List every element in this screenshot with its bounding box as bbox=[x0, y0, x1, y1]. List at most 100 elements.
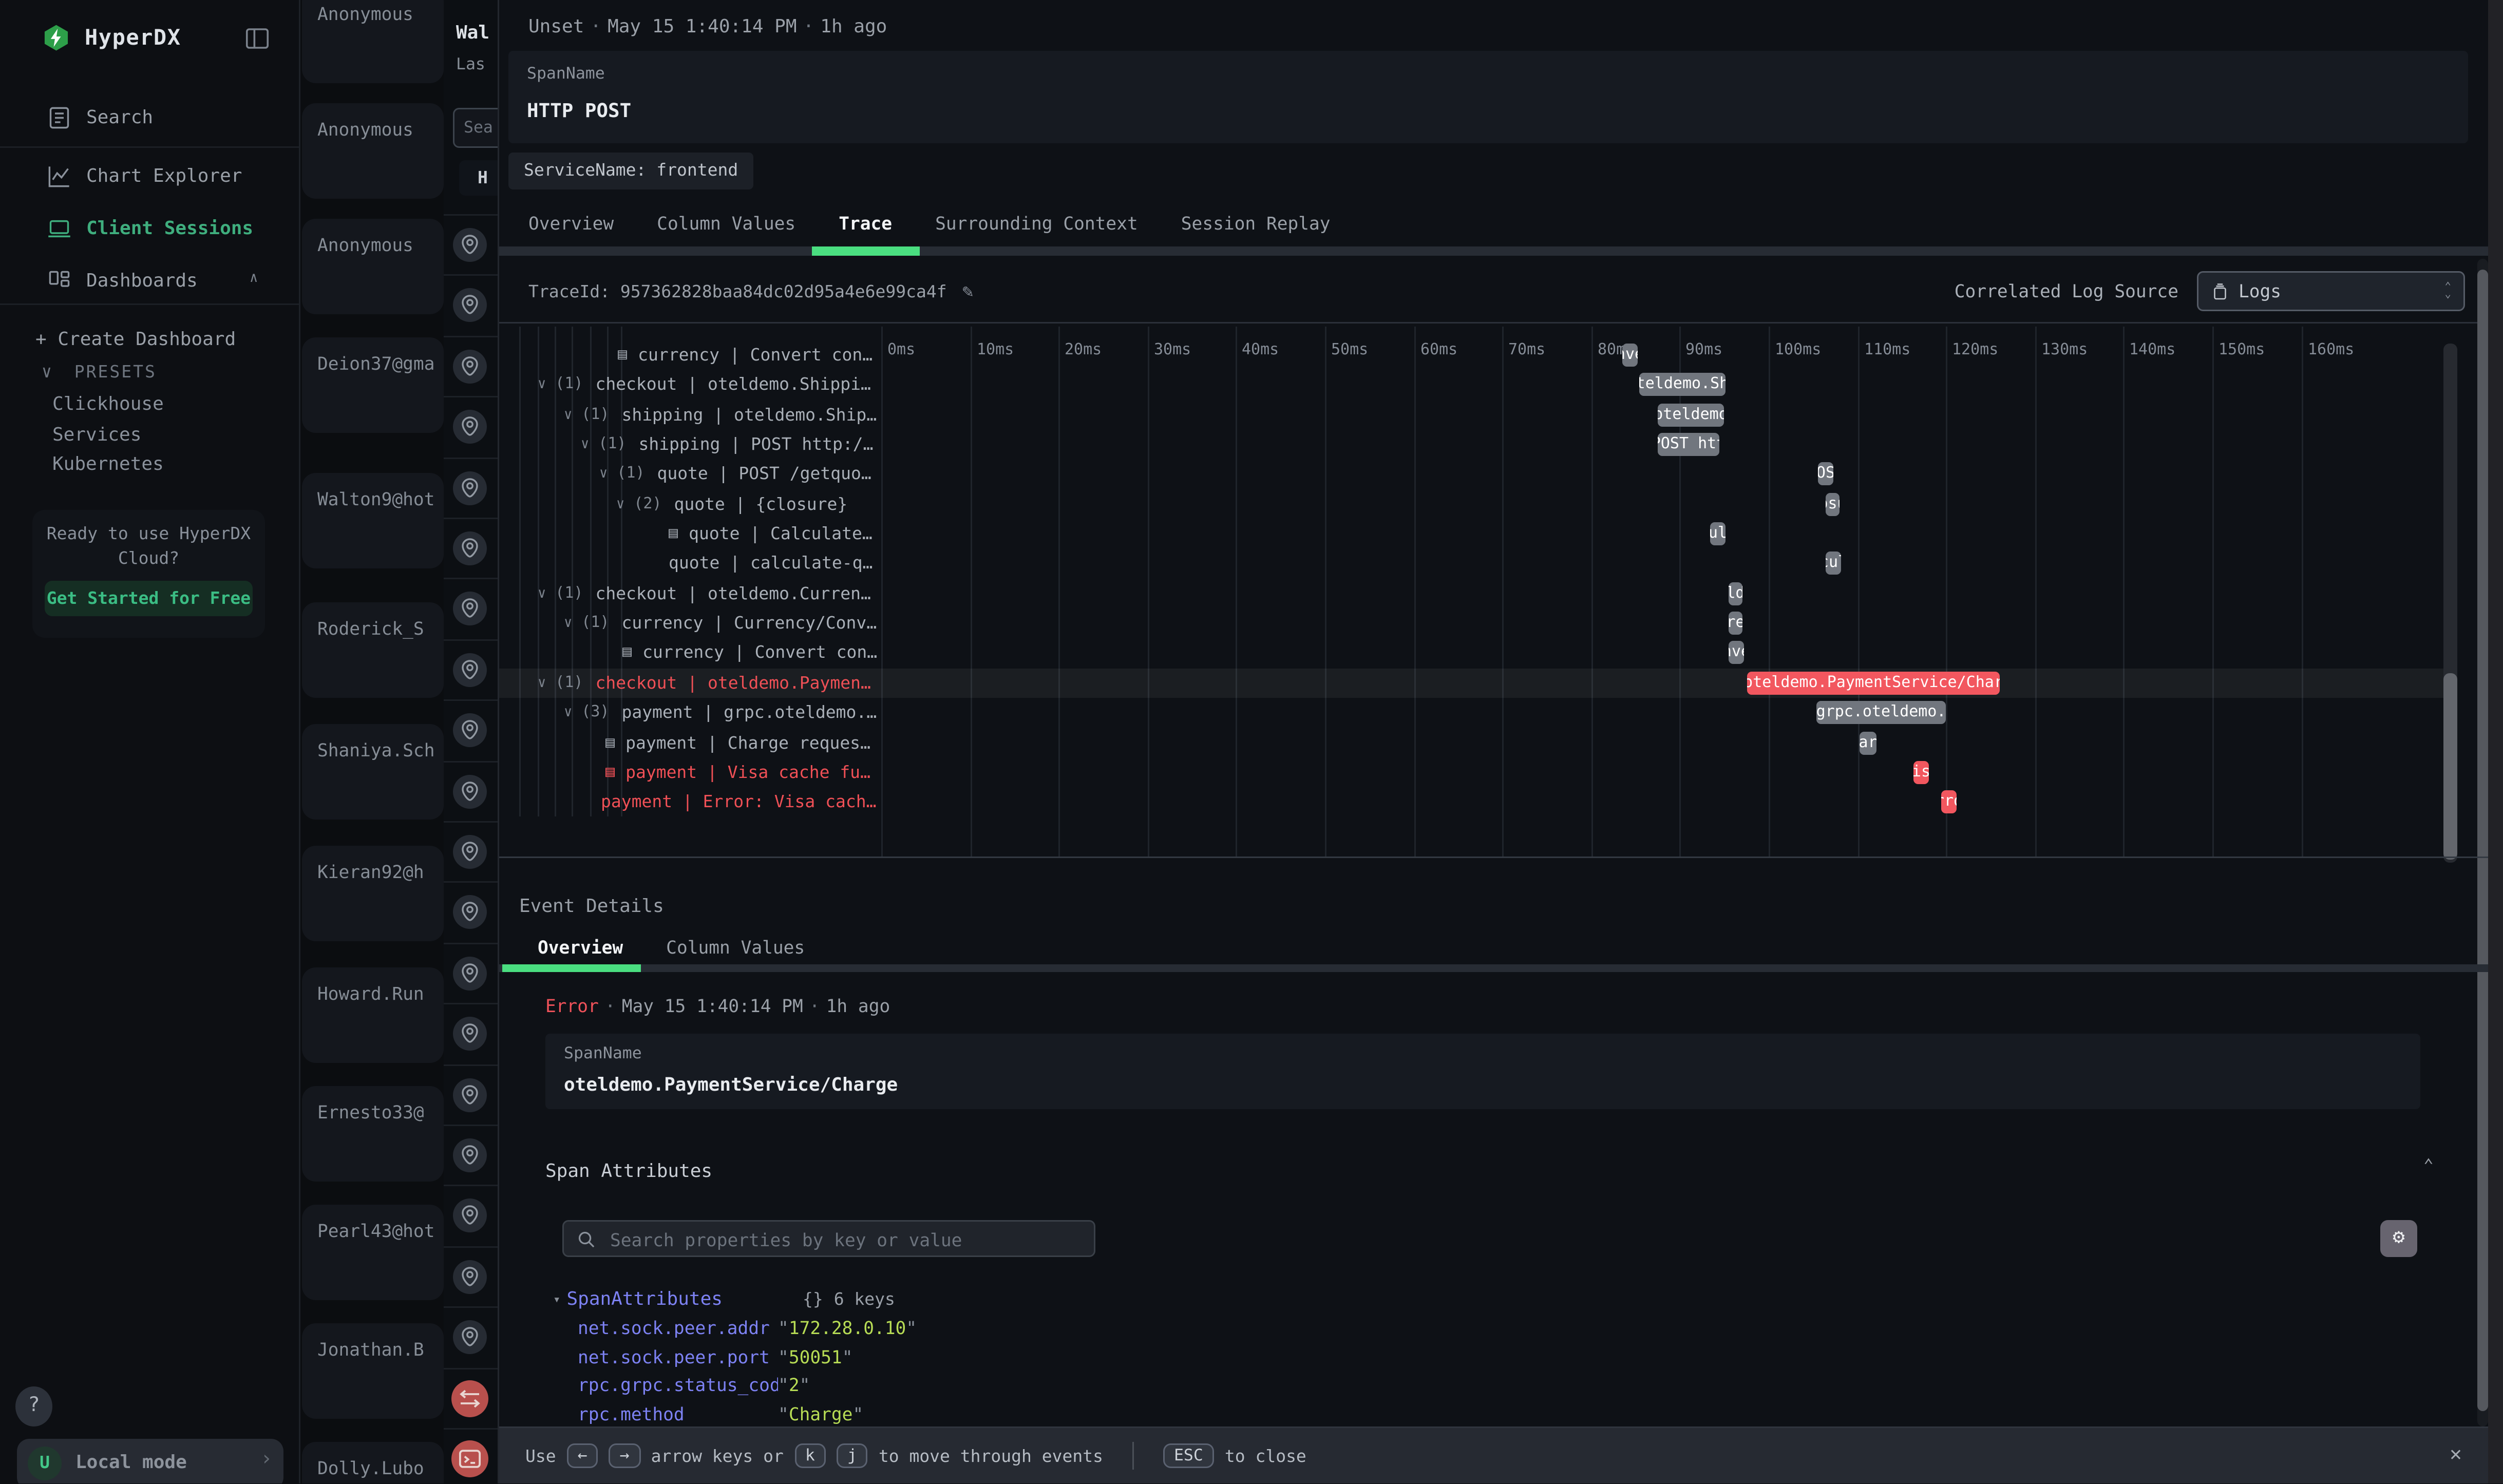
session-card[interactable]: Shaniya.Sch bbox=[302, 724, 444, 820]
session-card[interactable]: Anonymous bbox=[302, 219, 444, 314]
sidebar-item[interactable]: Chart Explorer bbox=[0, 154, 299, 200]
trace-span-row[interactable]: ▤ payment | Visa cache full: c… Visa bbox=[499, 758, 2457, 787]
session-event-row[interactable] bbox=[444, 1246, 498, 1308]
collapse-section-icon[interactable]: ⌃ bbox=[2423, 1155, 2434, 1175]
trace-span-row[interactable]: ∨ (1) checkout | oteldemo.CurrencySe… ot… bbox=[499, 579, 2457, 608]
session-event-row[interactable] bbox=[444, 396, 498, 458]
attributes-search-input[interactable] bbox=[607, 1223, 1091, 1257]
chevron-down-icon[interactable]: ∨ bbox=[538, 586, 546, 602]
chevron-down-icon[interactable]: ∨ bbox=[564, 705, 572, 720]
trace-span-row[interactable]: ▤ currency | Convert convers… Convert bbox=[499, 340, 2457, 370]
session-card[interactable]: Ernesto33@ bbox=[302, 1086, 444, 1182]
get-started-button[interactable]: Get Started for Free bbox=[45, 581, 253, 616]
session-event-row[interactable] bbox=[444, 578, 498, 639]
sidebar-item[interactable]: Dashboards ∧ bbox=[0, 259, 299, 305]
trace-span-row[interactable]: payment | Error: Visa cache ful… Error bbox=[499, 787, 2457, 816]
preset-item[interactable]: Clickhouse bbox=[52, 393, 164, 414]
session-card[interactable]: Roderick_S bbox=[302, 602, 444, 698]
session-event-row[interactable] bbox=[444, 1428, 498, 1483]
session-search-input[interactable]: Sea bbox=[453, 108, 499, 148]
preset-item[interactable]: Services bbox=[52, 424, 141, 445]
span-duration-bar[interactable]: POST bbox=[1818, 462, 1833, 485]
edit-pencil-icon[interactable]: ✎ bbox=[962, 280, 974, 302]
attribute-key[interactable]: net.sock.peer.port bbox=[578, 1346, 778, 1368]
session-event-row[interactable] bbox=[444, 1368, 498, 1430]
attribute-value[interactable]: 2 bbox=[789, 1374, 800, 1396]
create-dashboard-link[interactable]: + Create Dashboard bbox=[35, 328, 236, 350]
span-duration-bar[interactable]: Currency bbox=[1729, 612, 1742, 635]
session-event-row[interactable] bbox=[444, 1125, 498, 1186]
attribute-value[interactable]: 50051 bbox=[789, 1346, 842, 1368]
attribute-key[interactable]: net.sock.peer.addr bbox=[578, 1317, 778, 1339]
trace-span-row[interactable]: ∨ (1) shipping | oteldemo.Shipping… otel… bbox=[499, 401, 2457, 430]
attribute-value[interactable]: 172.28.0.10 bbox=[789, 1317, 906, 1339]
session-event-row[interactable] bbox=[444, 214, 498, 276]
session-card[interactable]: Deion37@gma bbox=[302, 337, 444, 433]
panel-tab[interactable]: Surrounding Context bbox=[935, 213, 1138, 234]
session-event-row[interactable] bbox=[444, 699, 498, 761]
session-event-row[interactable] bbox=[444, 458, 498, 519]
session-card[interactable]: Dolly.Lubo bbox=[302, 1442, 444, 1483]
panel-tab[interactable]: Trace bbox=[839, 213, 892, 234]
span-duration-bar[interactable]: Convert bbox=[1622, 344, 1638, 367]
trace-span-row[interactable]: ▤ currency | Convert convers… Convert bbox=[499, 638, 2457, 667]
trace-span-row[interactable]: ∨ (2) quote | {closure} {closure} bbox=[499, 490, 2457, 519]
sidebar-item[interactable]: Client Sessions bbox=[0, 206, 299, 253]
chevron-down-icon[interactable]: ∨ bbox=[564, 408, 572, 423]
trace-span-row[interactable]: ▤ payment | Charge request rec… Charge bbox=[499, 729, 2457, 758]
span-duration-bar[interactable]: Visa bbox=[1913, 761, 1929, 784]
chevron-down-icon[interactable]: ∨ bbox=[581, 437, 589, 452]
span-duration-bar[interactable]: oteldemo.Shi bbox=[1639, 373, 1725, 396]
session-card[interactable]: Pearl43@hot bbox=[302, 1205, 444, 1300]
local-mode-menu[interactable]: U Local mode › bbox=[17, 1439, 283, 1483]
chevron-down-icon[interactable]: ∨ bbox=[599, 466, 608, 482]
session-event-row[interactable] bbox=[444, 1003, 498, 1064]
help-button[interactable]: ? bbox=[15, 1386, 52, 1426]
session-event-row[interactable] bbox=[444, 881, 498, 943]
span-duration-bar[interactable]: oteldemo bbox=[1729, 582, 1742, 605]
session-event-row[interactable] bbox=[444, 518, 498, 579]
span-duration-bar[interactable]: Calculated bbox=[1710, 522, 1725, 545]
session-event-row[interactable] bbox=[444, 336, 498, 397]
sidebar-collapse-icon[interactable] bbox=[243, 25, 271, 52]
panel-scrollbar-thumb[interactable] bbox=[2477, 270, 2488, 1411]
chevron-down-icon[interactable]: ∨ bbox=[538, 377, 546, 392]
session-event-row[interactable] bbox=[444, 761, 498, 823]
chevron-down-icon[interactable]: ∨ bbox=[538, 676, 546, 691]
session-card[interactable]: Kieran92@h bbox=[302, 846, 444, 941]
span-duration-bar[interactable]: Error bbox=[1941, 790, 1957, 813]
session-filter-button[interactable]: H bbox=[459, 160, 499, 196]
panel-tab[interactable]: Column Values bbox=[657, 213, 795, 234]
trace-span-row[interactable]: ∨ (1) checkout | oteldemo.ShippingSe… ot… bbox=[499, 370, 2457, 399]
trace-span-row[interactable]: ∨ (1) currency | Currency/Convert Curren… bbox=[499, 608, 2457, 638]
triangle-down-icon[interactable]: ▾ bbox=[553, 1292, 560, 1306]
session-event-row[interactable] bbox=[444, 1064, 498, 1126]
waterfall-scrollbar-thumb[interactable] bbox=[2443, 673, 2457, 860]
presets-header[interactable]: ∨ PRESETS bbox=[42, 362, 157, 382]
attribute-key[interactable]: rpc.grpc.status_code bbox=[578, 1374, 778, 1396]
span-duration-bar[interactable]: oteldemo bbox=[1658, 404, 1724, 427]
trace-span-row[interactable]: ∨ (1) checkout | oteldemo.PaymentServi… … bbox=[499, 669, 2457, 698]
session-card[interactable]: Anonymous bbox=[302, 0, 444, 83]
log-source-select[interactable]: Logs ⌃⌄ bbox=[2197, 271, 2465, 311]
span-duration-bar[interactable]: Charge bbox=[1860, 732, 1876, 755]
session-event-row[interactable] bbox=[444, 821, 498, 883]
event-details-tab[interactable]: Column Values bbox=[666, 937, 805, 958]
span-duration-bar[interactable]: Convert bbox=[1729, 641, 1744, 664]
chevron-up-icon[interactable]: ∧ bbox=[250, 271, 258, 287]
preset-item[interactable]: Kubernetes bbox=[52, 453, 164, 474]
sidebar-item[interactable]: Search bbox=[0, 96, 299, 142]
chevron-down-icon[interactable]: ∨ bbox=[616, 497, 624, 512]
attribute-key[interactable]: rpc.method bbox=[578, 1403, 778, 1425]
attributes-root-key[interactable]: SpanAttributes bbox=[566, 1288, 722, 1309]
span-duration-bar[interactable]: POST htt bbox=[1658, 433, 1719, 456]
event-details-tab[interactable]: Overview bbox=[538, 937, 623, 958]
trace-span-row[interactable]: ▤ quote | Calculated q… Calculated bbox=[499, 519, 2457, 548]
session-card[interactable]: Howard.Run bbox=[302, 967, 444, 1063]
session-card[interactable]: Walton9@hot bbox=[302, 473, 444, 568]
service-name-chip[interactable]: ServiceName: frontend bbox=[508, 153, 753, 189]
gear-icon[interactable]: ⚙ bbox=[2380, 1220, 2417, 1257]
window-scrollbar-track[interactable] bbox=[2488, 0, 2503, 1483]
trace-span-row[interactable]: ∨ (1) quote | POST /getquote POST bbox=[499, 459, 2457, 488]
span-duration-bar[interactable]: oteldemo.PaymentService/Char bbox=[1747, 672, 2000, 695]
